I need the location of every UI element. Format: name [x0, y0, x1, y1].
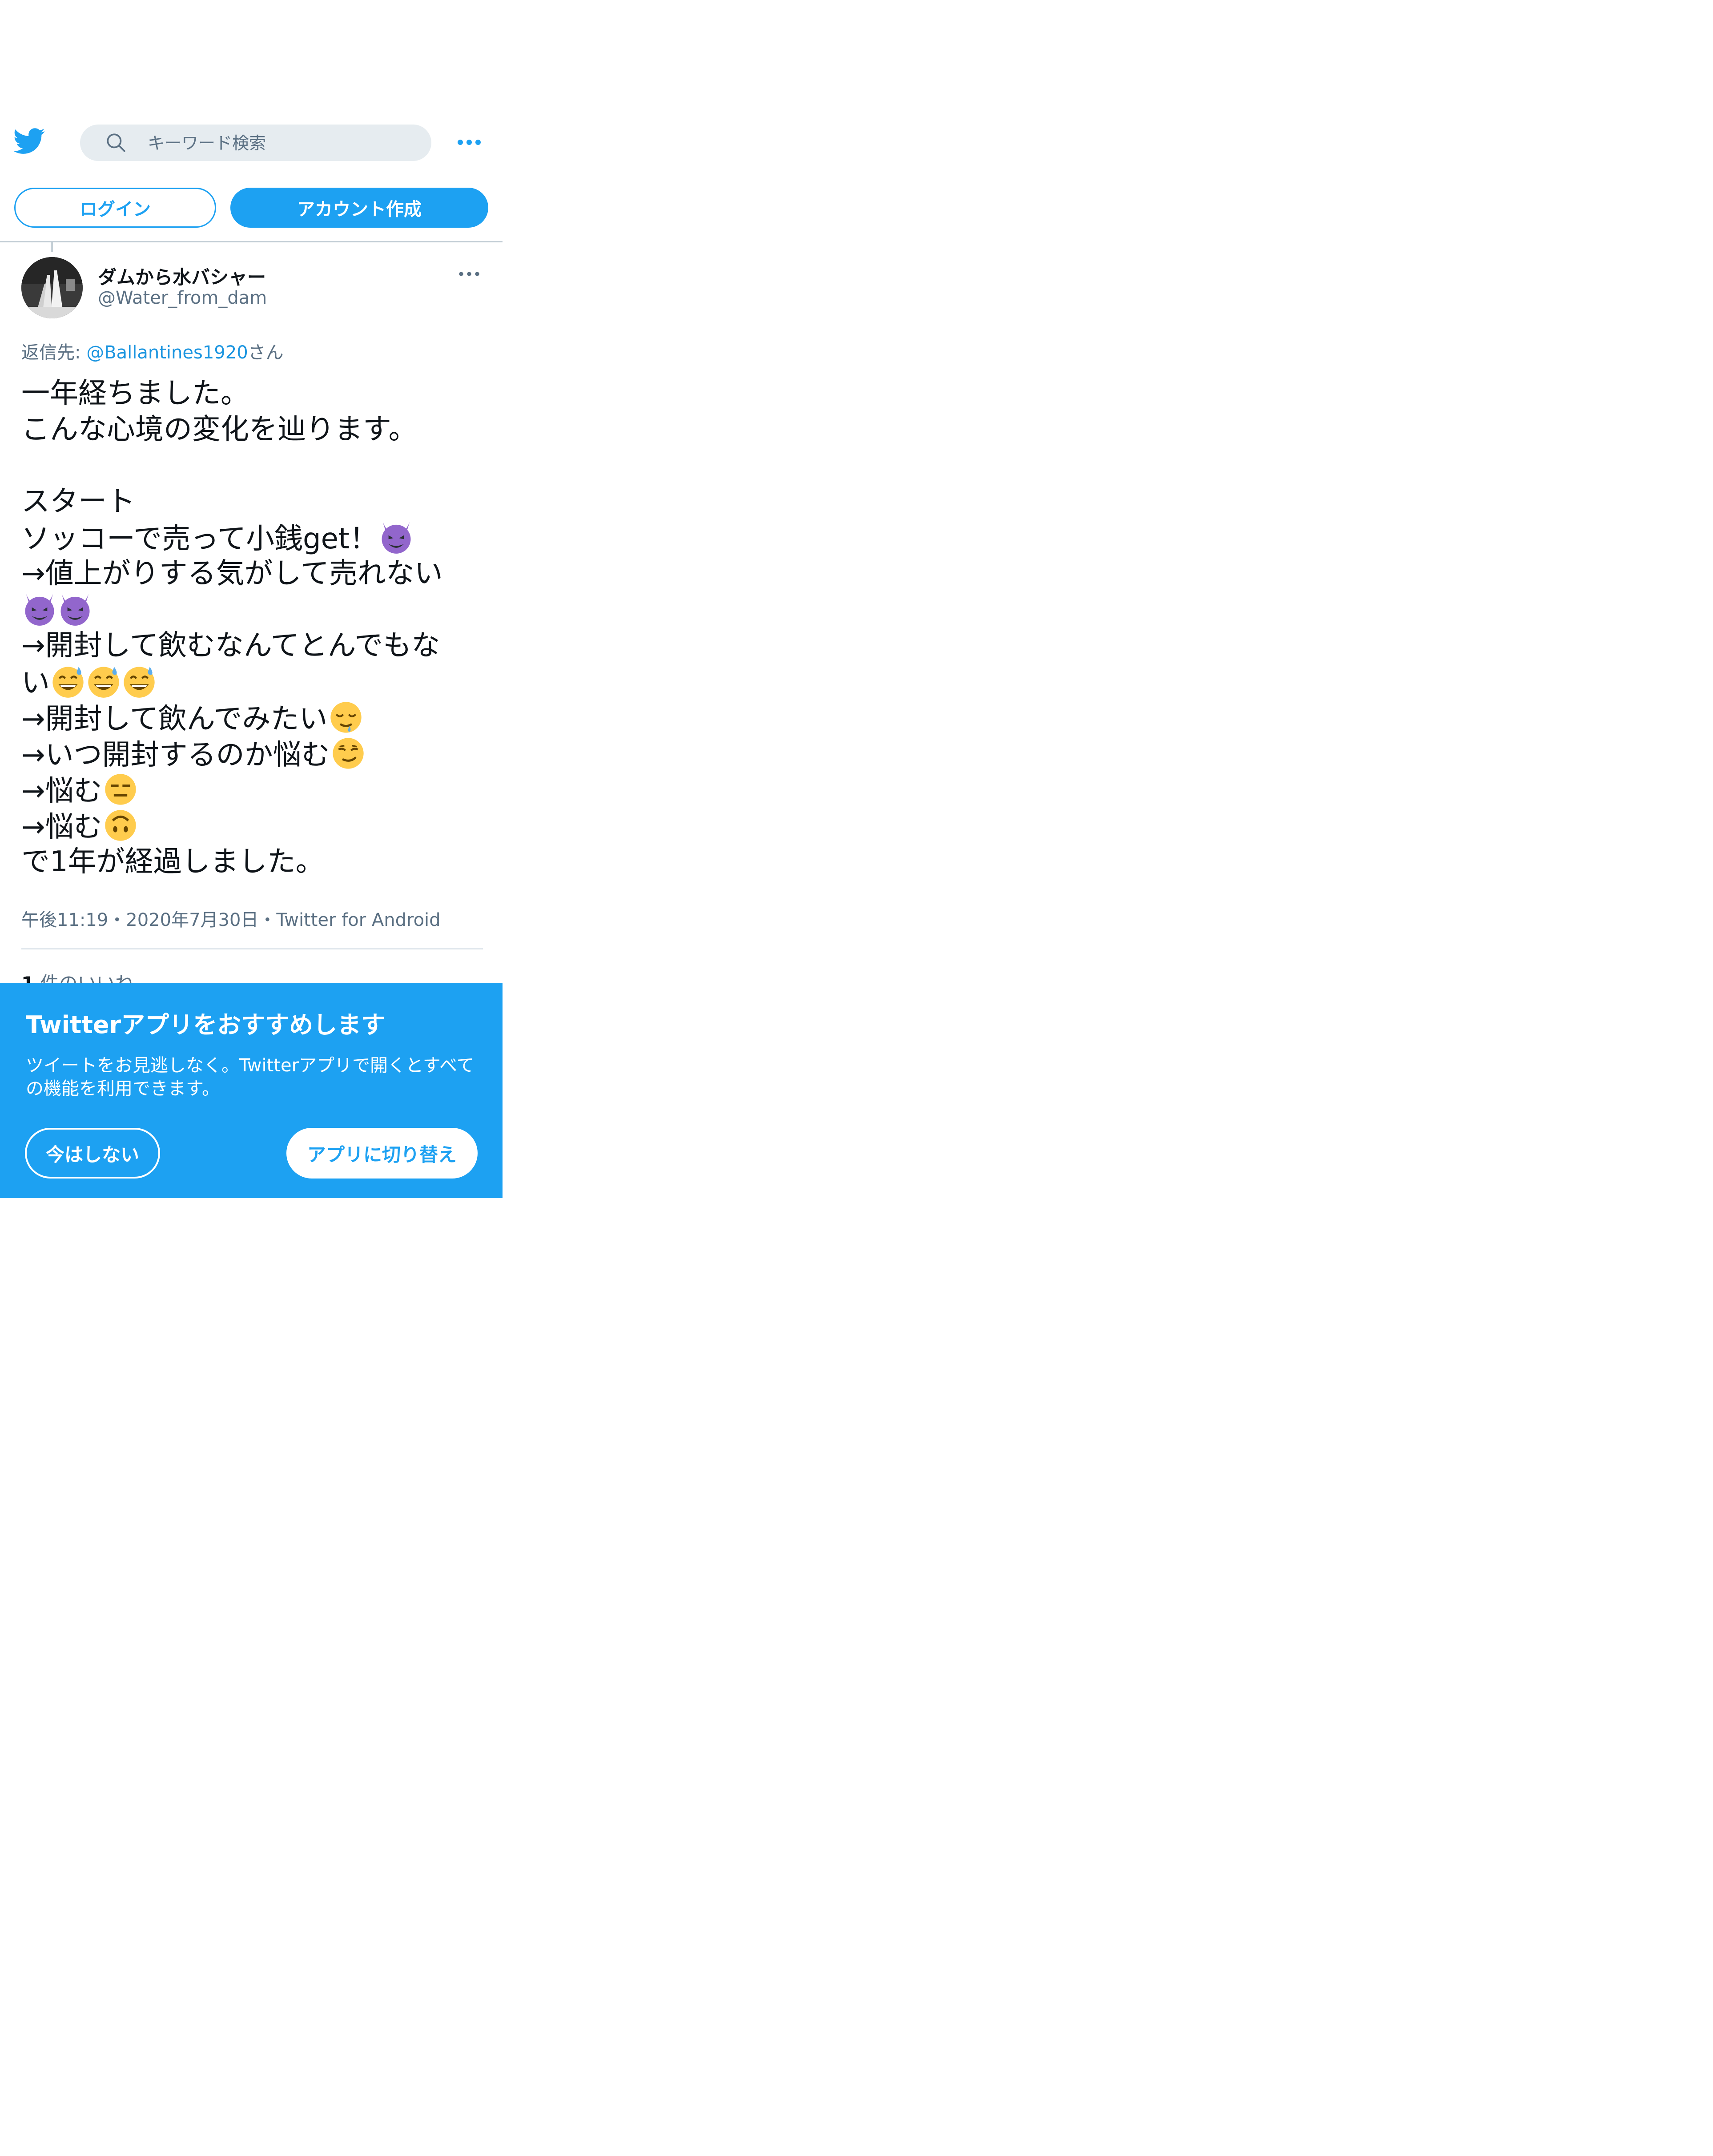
tweet-line-text: →悩む: [21, 811, 102, 844]
stats-divider: [21, 948, 483, 949]
reply-suffix: さん: [248, 342, 284, 363]
tweet-line-text: い: [21, 667, 50, 700]
auth-buttons: ログイン アカウント作成: [0, 187, 503, 228]
tweet-line: い: [21, 664, 484, 700]
login-button[interactable]: ログイン: [14, 188, 216, 228]
avatar[interactable]: [21, 257, 83, 318]
tweet-line: で1年が経過しました。: [21, 845, 324, 878]
grinning-sweat-emoji: [122, 664, 157, 699]
grinning-sweat-emoji: [51, 664, 85, 699]
tweet-line: →悩む: [21, 808, 484, 844]
tweet-page: ログイン アカウント作成 ダムから水バシャー @Water_from_dam 返…: [0, 0, 503, 1201]
tweet-line-text: →悩む: [21, 775, 102, 808]
search-input[interactable]: [147, 125, 415, 162]
not-now-button[interactable]: 今はしない: [25, 1128, 160, 1179]
smiling-imp-emoji: [22, 592, 57, 627]
header-divider: [0, 241, 503, 242]
banner-title: Twitterアプリをおすすめします: [26, 1011, 386, 1039]
more-horizontal-icon[interactable]: [456, 133, 483, 151]
reply-prefix: 返信先:: [21, 342, 87, 363]
search-icon: [107, 133, 125, 152]
app-promo-banner: Twitterアプリをおすすめします ツイートをお見逃しなく。Twitterアプ…: [0, 983, 503, 1198]
tweet-text: 一年経ちました。 こんな心境の変化を辿ります。 スタート ソッコーで売って小銭g…: [21, 376, 484, 880]
thread-connector-line: [51, 242, 53, 252]
tweet-line: こんな心境の変化を辿ります。: [21, 413, 417, 446]
grinning-sweat-emoji: [86, 664, 121, 699]
expressionless-emoji: [103, 772, 138, 807]
tweet-line: スタート: [21, 485, 135, 518]
signup-button[interactable]: アカウント作成: [230, 188, 488, 228]
upside-down-emoji: [103, 808, 138, 843]
twitter-bird-icon[interactable]: [13, 128, 45, 155]
tweet-line: ソッコーで売って小銭get！: [21, 520, 484, 556]
tweet-line: 一年経ちました。: [21, 377, 249, 410]
tweet-timestamp[interactable]: 午後11:19・2020年7月30日・Twitter for Android: [21, 905, 441, 931]
tweet-line: →値上がりする気がして売れない: [21, 557, 443, 590]
tweet-line: [21, 448, 484, 484]
top-navigation-bar: [0, 120, 503, 167]
smiling-imp-emoji: [58, 592, 92, 627]
tweet-line: [21, 592, 484, 628]
tweet-line: →悩む: [21, 772, 484, 808]
user-handle[interactable]: @Water_from_dam: [98, 288, 267, 308]
tweet-more-icon[interactable]: [457, 269, 481, 279]
tweet-line-text: →いつ開封するのか悩む: [21, 739, 330, 772]
search-bar[interactable]: [80, 125, 431, 162]
tweet-line: →開封して飲んでみたい: [21, 700, 484, 736]
reply-mention-link[interactable]: @Ballantines1920: [86, 342, 248, 363]
relieved-drool-emoji: [329, 700, 363, 735]
switch-to-app-button[interactable]: アプリに切り替え: [286, 1128, 478, 1179]
smiling-imp-emoji: [379, 520, 414, 555]
tweet-line: →いつ開封するのか悩む: [21, 736, 484, 772]
avatar-image: [21, 257, 83, 318]
tweet-line: →開封して飲むなんてとんでもな: [21, 629, 440, 662]
smirk-emoji: [331, 736, 366, 771]
tweet-line-text: →開封して飲んでみたい: [21, 703, 328, 736]
banner-text: ツイートをお見逃しなく。Twitterアプリで開くとすべての機能を利用できます。: [26, 1055, 474, 1099]
tweet-line-text: ソッコーで売って小銭get！: [21, 523, 378, 555]
display-name[interactable]: ダムから水バシャー: [98, 262, 266, 290]
reply-context: 返信先: @Ballantines1920さん: [21, 338, 284, 364]
